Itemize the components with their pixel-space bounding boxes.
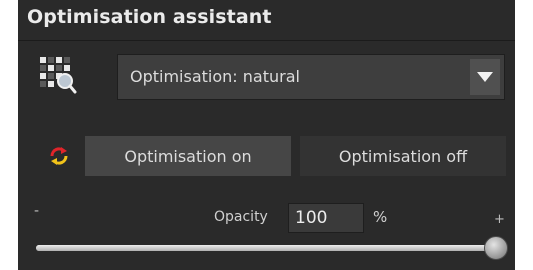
- sync-arrows-icon[interactable]: [48, 145, 70, 167]
- panel-title: Optimisation assistant: [27, 6, 272, 28]
- optimisation-assistant-panel: Optimisation assistant Optimisation: nat…: [18, 0, 515, 270]
- opacity-slider-thumb[interactable]: [484, 236, 508, 260]
- opacity-value-input[interactable]: 100: [288, 203, 364, 233]
- dropdown-toggle-button[interactable]: [470, 59, 500, 95]
- title-divider: [18, 40, 515, 41]
- optimisation-off-button[interactable]: Optimisation off: [300, 136, 506, 176]
- magnifier-grid-icon: [39, 56, 77, 94]
- triangle-down-icon: [477, 72, 493, 82]
- optimisation-mode-dropdown[interactable]: Optimisation: natural: [117, 54, 505, 100]
- opacity-plus-label: +: [494, 212, 505, 227]
- opacity-minus-label: -: [34, 203, 40, 219]
- dropdown-selected-value: Optimisation: natural: [130, 67, 300, 86]
- opacity-slider-fill: [36, 245, 496, 251]
- optimisation-on-button[interactable]: Optimisation on: [85, 136, 291, 176]
- opacity-slider-track[interactable]: [36, 245, 496, 251]
- opacity-unit-label: %: [373, 208, 388, 226]
- opacity-label: Opacity: [214, 209, 268, 225]
